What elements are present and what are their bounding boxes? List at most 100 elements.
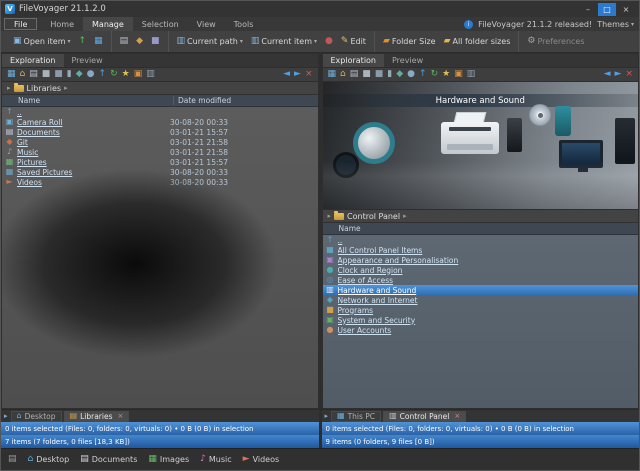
go-up-icon[interactable]: ↑ xyxy=(419,70,427,79)
pane-tab-libraries[interactable]: ▤Libraries× xyxy=(64,411,130,422)
themes-button[interactable]: Themes▾ xyxy=(597,20,634,29)
pane-tab-desktop[interactable]: ⌂Desktop xyxy=(11,411,62,422)
history-forward-icon[interactable]: ► xyxy=(615,70,622,79)
home-icon[interactable]: ⌂ xyxy=(340,70,346,79)
file-row[interactable]: ▦Saved Pictures30-08-20 00:33 xyxy=(2,167,318,177)
left-tab-exploration[interactable]: Exploration xyxy=(2,54,64,67)
clipboard-button[interactable]: ■ xyxy=(149,37,162,46)
file-row[interactable]: ▦All Control Panel Items xyxy=(323,245,639,255)
computer-icon[interactable]: ▦ xyxy=(7,70,16,79)
drive-d-icon[interactable]: ■ xyxy=(375,70,384,79)
usb-drive-icon[interactable]: ▮ xyxy=(67,70,72,79)
left-tab-preview[interactable]: Preview xyxy=(64,54,111,67)
file-row[interactable]: ▥Hardware and Sound xyxy=(323,285,639,295)
cloud-icon[interactable]: ● xyxy=(87,70,95,79)
right-breadcrumb-label[interactable]: Control Panel xyxy=(347,212,400,221)
announcement-text[interactable]: FileVoyager 21.1.2 released! xyxy=(478,20,592,29)
views-icon[interactable]: ▥ xyxy=(146,70,155,79)
file-row[interactable]: ▦Pictures03-01-21 15:57 xyxy=(2,157,318,167)
tab-scroll-icon[interactable]: ▸ xyxy=(4,412,8,420)
history-back-icon[interactable]: ◄ xyxy=(604,70,611,79)
home-icon[interactable]: ⌂ xyxy=(20,70,26,79)
tab-scroll-icon[interactable]: ▸ xyxy=(325,412,329,420)
quickbar-item-desktop[interactable]: ⌂Desktop xyxy=(28,455,70,464)
right-breadcrumb[interactable]: ▸ Control Panel ▸ xyxy=(323,210,639,223)
drive-c-icon[interactable]: ■ xyxy=(42,70,51,79)
file-row[interactable]: ●User Accounts xyxy=(323,325,639,335)
new-folder-icon[interactable]: ▣ xyxy=(134,70,143,79)
info-icon[interactable]: i xyxy=(464,20,473,29)
edit-button[interactable]: ✎Edit xyxy=(339,37,368,46)
documents-icon[interactable]: ▤ xyxy=(29,70,38,79)
preferences-button[interactable]: ⚙Preferences xyxy=(525,37,586,46)
quickbar-item-videos[interactable]: ►Videos xyxy=(243,455,280,464)
close-tab-icon[interactable]: × xyxy=(454,412,460,420)
close-button[interactable]: × xyxy=(617,3,635,16)
quickbar-item-images[interactable]: ▦Images xyxy=(148,455,189,464)
column-name[interactable]: Name xyxy=(2,96,174,105)
folder-size-button[interactable]: ▰Folder Size xyxy=(381,37,438,46)
usb-drive-icon[interactable]: ▮ xyxy=(387,70,392,79)
stop-icon[interactable]: × xyxy=(625,70,633,79)
file-row[interactable]: ●Clock and Region xyxy=(323,265,639,275)
copy-path-button[interactable]: ◆ xyxy=(134,37,145,46)
file-row[interactable]: ◆Git03-01-21 21:58 xyxy=(2,137,318,147)
file-row[interactable]: ▣System and Security xyxy=(323,315,639,325)
ribbon-tab-manage[interactable]: Manage xyxy=(83,17,133,31)
quickbar-item-music[interactable]: ♪Music xyxy=(200,455,232,464)
go-up-icon[interactable]: ↑ xyxy=(99,70,107,79)
history-back-icon[interactable]: ◄ xyxy=(283,70,290,79)
parent-row[interactable]: ↑.. xyxy=(323,235,639,245)
cloud-icon[interactable]: ● xyxy=(407,70,415,79)
network-icon[interactable]: ◆ xyxy=(396,70,403,79)
drive-d-icon[interactable]: ■ xyxy=(54,70,63,79)
open-item-button[interactable]: ▣Open item▾ xyxy=(11,37,73,46)
right-tab-preview[interactable]: Preview xyxy=(384,54,431,67)
file-row[interactable]: ▤Documents03-01-21 15:57 xyxy=(2,127,318,137)
minimize-button[interactable]: – xyxy=(579,3,597,16)
quickbar-item-documents[interactable]: ▤Documents xyxy=(80,455,137,464)
refresh-icon[interactable]: ↻ xyxy=(431,70,439,79)
ribbon-tab-tools[interactable]: Tools xyxy=(225,17,263,31)
history-forward-icon[interactable]: ► xyxy=(294,70,301,79)
ribbon-tab-selection[interactable]: Selection xyxy=(133,17,188,31)
file-menu-button[interactable]: File xyxy=(4,18,37,30)
ribbon-tab-home[interactable]: Home xyxy=(41,17,83,31)
file-row[interactable]: ♪Music03-01-21 21:58 xyxy=(2,147,318,157)
copy-name-button[interactable]: ▤ xyxy=(118,37,131,46)
parent-row[interactable]: ↑.. xyxy=(2,107,318,117)
favorites-icon[interactable]: ★ xyxy=(442,70,450,79)
all-folder-sizes-button[interactable]: ▰All folder sizes xyxy=(442,37,513,46)
new-folder-icon[interactable]: ▣ xyxy=(454,70,463,79)
drive-c-icon[interactable]: ■ xyxy=(362,70,371,79)
views-icon[interactable]: ▥ xyxy=(467,70,476,79)
left-breadcrumb[interactable]: ▸ Libraries ▸ xyxy=(2,82,318,95)
explore-button[interactable]: ▦ xyxy=(92,37,105,46)
left-breadcrumb-label[interactable]: Libraries xyxy=(27,84,62,93)
column-date-modified[interactable]: Date modified xyxy=(174,96,318,105)
file-row[interactable]: ►Videos30-08-20 00:33 xyxy=(2,177,318,187)
documents-icon[interactable]: ▤ xyxy=(350,70,359,79)
file-row[interactable]: ◎Ease of Access xyxy=(323,275,639,285)
view-item-button[interactable]: ● xyxy=(323,37,335,46)
computer-icon[interactable]: ▦ xyxy=(328,70,337,79)
current-path-button[interactable]: ▥Current path▾ xyxy=(175,37,245,46)
ribbon-tab-view[interactable]: View xyxy=(188,17,225,31)
close-tab-icon[interactable]: × xyxy=(118,412,124,420)
column-name[interactable]: Name xyxy=(323,224,639,233)
pane-tab-control-panel[interactable]: ▥Control Panel× xyxy=(383,411,466,422)
stop-icon[interactable]: × xyxy=(305,70,313,79)
file-row[interactable]: ▣Camera Roll30-08-20 00:33 xyxy=(2,117,318,127)
file-row[interactable]: ◆Network and Internet xyxy=(323,295,639,305)
maximize-button[interactable]: □ xyxy=(598,3,616,16)
network-icon[interactable]: ◆ xyxy=(76,70,83,79)
refresh-icon[interactable]: ↻ xyxy=(110,70,118,79)
file-row[interactable]: ■Programs xyxy=(323,305,639,315)
go-up-button[interactable]: ↑ xyxy=(77,37,89,46)
file-row[interactable]: ▣Appearance and Personalisation xyxy=(323,255,639,265)
pane-tab-this-pc[interactable]: ▦This PC xyxy=(331,411,381,422)
menu-icon[interactable]: ▤ xyxy=(8,455,17,464)
favorites-icon[interactable]: ★ xyxy=(122,70,130,79)
right-tab-exploration[interactable]: Exploration xyxy=(323,54,385,67)
current-item-button[interactable]: ▥Current item▾ xyxy=(249,37,319,46)
